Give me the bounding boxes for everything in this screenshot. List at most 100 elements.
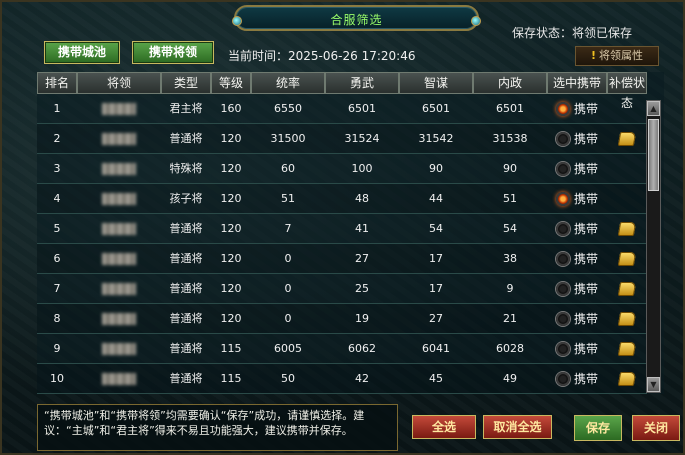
cell-select-carry[interactable]: 携带	[547, 214, 607, 244]
header-general[interactable]: 将领	[77, 72, 161, 94]
cell-force: 42	[355, 372, 369, 385]
header-intelligence[interactable]: 智谋	[399, 72, 473, 94]
compensation-ticket-icon[interactable]	[617, 132, 637, 146]
compensation-ticket-icon[interactable]	[617, 342, 637, 356]
cell-type: 普通将	[169, 282, 203, 295]
table-row[interactable]: 7 普通将 120 0 25 17 9 携带	[37, 274, 647, 304]
radio-selected-icon[interactable]	[555, 192, 570, 206]
cancel-all-button[interactable]: 取消全选	[483, 415, 552, 439]
cell-compensation	[607, 94, 647, 124]
cell-rank: 10	[50, 372, 64, 385]
cell-force: 6501	[348, 102, 376, 115]
blurred-name	[102, 133, 136, 145]
table-row[interactable]: 4 孩子将 120 51 48 44 51 携带	[37, 184, 647, 214]
radio-selected-icon[interactable]	[555, 102, 570, 116]
scroll-up-icon[interactable]: ▲	[647, 101, 660, 116]
cell-select-carry[interactable]: 携带	[547, 274, 607, 304]
compensation-ticket-icon[interactable]	[617, 372, 637, 386]
carry-label: 携带	[573, 282, 598, 296]
cell-rank: 5	[53, 222, 61, 235]
header-type[interactable]: 类型	[161, 72, 211, 94]
cell-level: 115	[220, 372, 242, 385]
radio-unselected-icon[interactable]	[555, 372, 570, 386]
cell-select-carry[interactable]: 携带	[547, 364, 607, 394]
cell-select-carry[interactable]: 携带	[547, 244, 607, 274]
cell-type: 普通将	[169, 222, 203, 235]
carry-label: 携带	[573, 342, 598, 356]
cell-force: 25	[355, 282, 369, 295]
radio-unselected-icon[interactable]	[555, 342, 570, 356]
header-compensation[interactable]: 补偿状态	[607, 72, 647, 110]
cell-general-name	[77, 154, 161, 184]
cell-compensation	[607, 214, 647, 244]
compensation-ticket-icon[interactable]	[617, 252, 637, 266]
table-row[interactable]: 2 普通将 120 31500 31524 31542 31538 携带	[37, 124, 647, 154]
table-scrollbar[interactable]: ▲ ▼	[646, 100, 661, 393]
cell-select-carry[interactable]: 携带	[547, 94, 607, 124]
close-button[interactable]: 关闭	[632, 415, 680, 441]
cell-type: 普通将	[169, 342, 203, 355]
title-frame: 合服筛选	[232, 5, 481, 31]
cell-select-carry[interactable]: 携带	[547, 124, 607, 154]
cell-leadership: 0	[284, 252, 292, 265]
table-row[interactable]: 6 普通将 120 0 27 17 38 携带	[37, 244, 647, 274]
carry-city-button[interactable]: 携带城池	[44, 41, 120, 64]
radio-unselected-icon[interactable]	[555, 252, 570, 266]
table-row[interactable]: 1 君主将 160 6550 6501 6501 6501 携带	[37, 94, 647, 124]
compensation-ticket-icon[interactable]	[617, 312, 637, 326]
header-rank[interactable]: 排名	[37, 72, 77, 94]
header-select-carry[interactable]: 选中携带	[547, 72, 607, 94]
blurred-name	[102, 223, 136, 235]
scroll-down-icon[interactable]: ▼	[647, 377, 660, 392]
cell-rank: 6	[53, 252, 61, 265]
cell-level: 120	[220, 162, 242, 175]
merge-filter-panel: 合服筛选 保存状态：将领已保存 携带城池 携带将领 当前时间：2025-06-2…	[0, 0, 685, 455]
cell-type: 普通将	[169, 372, 203, 385]
cell-leadership: 0	[284, 282, 292, 295]
cell-politics: 51	[503, 192, 517, 205]
blurred-name	[102, 283, 136, 295]
cell-select-carry[interactable]: 携带	[547, 334, 607, 364]
cell-rank: 4	[53, 192, 61, 205]
header-leadership[interactable]: 统率	[251, 72, 325, 94]
radio-unselected-icon[interactable]	[555, 162, 570, 176]
save-button[interactable]: 保存	[574, 415, 622, 441]
blurred-name	[102, 103, 136, 115]
cell-select-carry[interactable]: 携带	[547, 304, 607, 334]
general-attributes-button[interactable]: ! 将领属性	[575, 46, 659, 66]
cell-level: 160	[220, 102, 242, 115]
compensation-ticket-icon[interactable]	[617, 222, 637, 236]
generals-table: 排名 将领 类型 等级 统率 勇武 智谋 内政 选中携带 补偿状态 1 君主将 16…	[37, 72, 664, 394]
cell-rank: 8	[53, 312, 61, 325]
header-level[interactable]: 等级	[211, 72, 251, 94]
cell-select-carry[interactable]: 携带	[547, 154, 607, 184]
cell-intelligence: 44	[429, 192, 443, 205]
radio-unselected-icon[interactable]	[555, 312, 570, 326]
carry-label: 携带	[573, 372, 598, 386]
table-row[interactable]: 5 普通将 120 7 41 54 54 携带	[37, 214, 647, 244]
cell-politics: 21	[503, 312, 517, 325]
cell-select-carry[interactable]: 携带	[547, 184, 607, 214]
compensation-ticket-icon[interactable]	[617, 282, 637, 296]
cell-force: 6062	[348, 342, 376, 355]
select-all-button[interactable]: 全选	[412, 415, 476, 439]
radio-unselected-icon[interactable]	[555, 282, 570, 296]
cell-type: 特殊将	[169, 162, 203, 175]
cell-level: 120	[220, 282, 242, 295]
scroll-thumb[interactable]	[648, 119, 659, 191]
radio-unselected-icon[interactable]	[555, 222, 570, 236]
cell-type: 普通将	[169, 252, 203, 265]
header-force[interactable]: 勇武	[325, 72, 399, 94]
cell-rank: 3	[53, 162, 61, 175]
header-politics[interactable]: 内政	[473, 72, 547, 94]
cell-politics: 49	[503, 372, 517, 385]
cell-level: 120	[220, 312, 242, 325]
table-row[interactable]: 8 普通将 120 0 19 27 21 携带	[37, 304, 647, 334]
carry-label: 携带	[573, 222, 598, 236]
table-row[interactable]: 9 普通将 115 6005 6062 6041 6028 携带	[37, 334, 647, 364]
table-row[interactable]: 10 普通将 115 50 42 45 49 携带	[37, 364, 647, 394]
table-row[interactable]: 3 特殊将 120 60 100 90 90 携带	[37, 154, 647, 184]
cell-type: 君主将	[169, 102, 203, 115]
radio-unselected-icon[interactable]	[555, 132, 570, 146]
carry-general-button[interactable]: 携带将领	[132, 41, 214, 64]
